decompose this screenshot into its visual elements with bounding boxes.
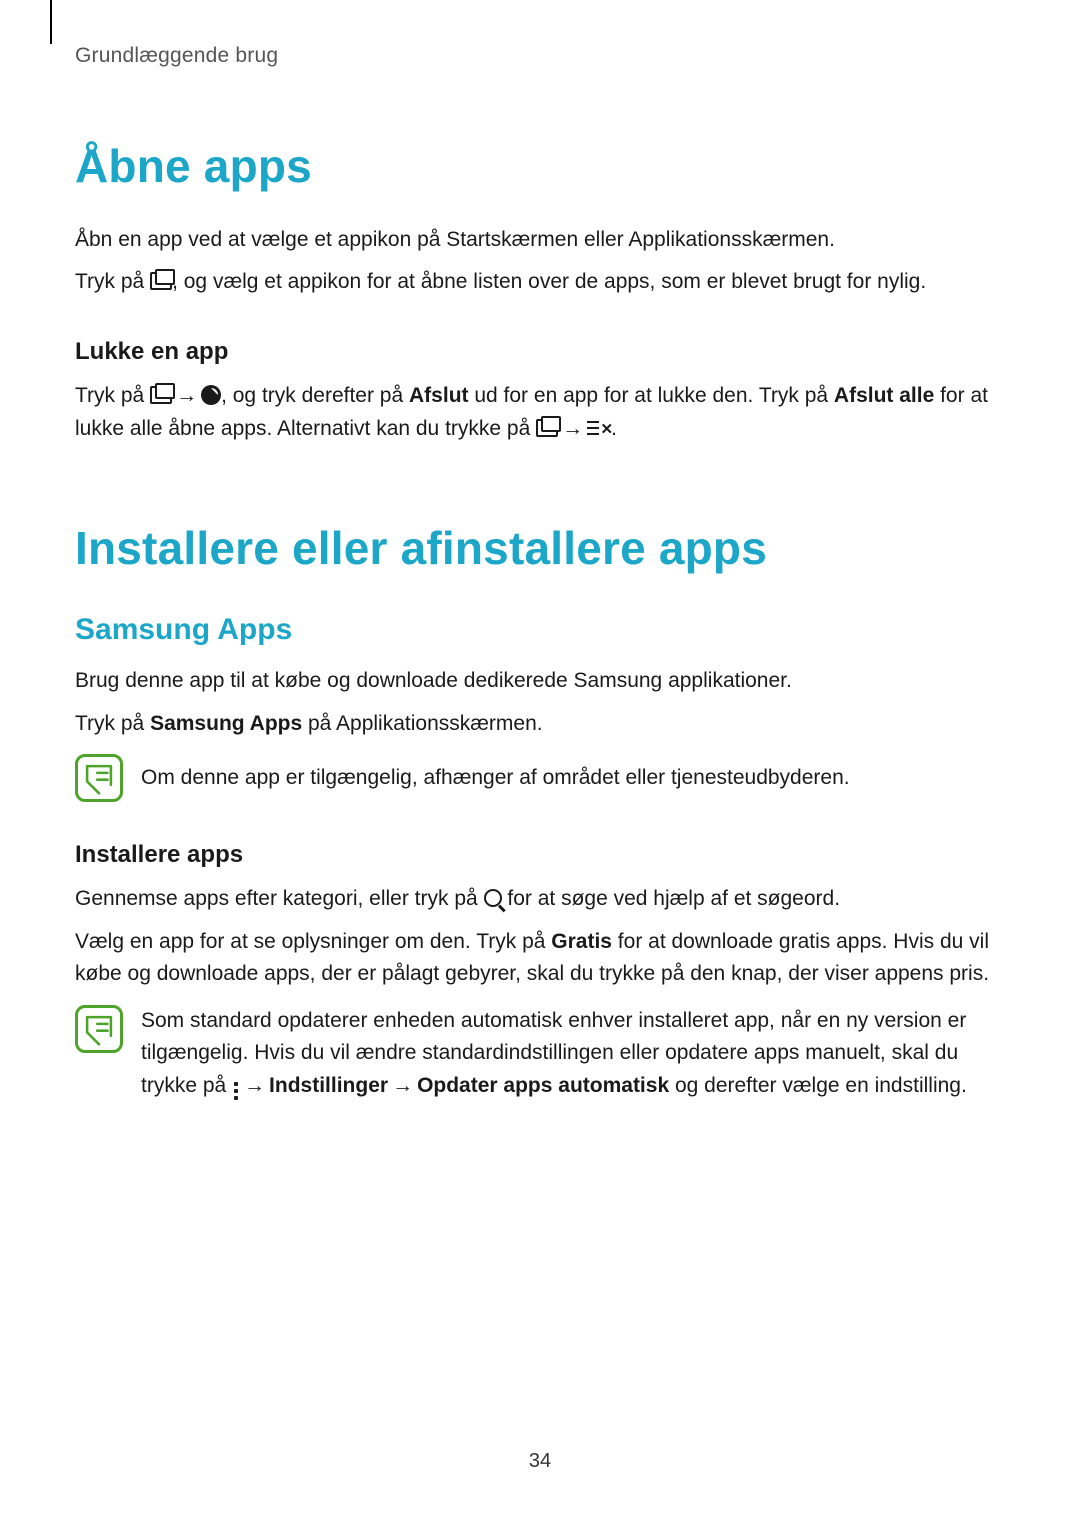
note-text: Om denne app er tilgængelig, afhænger af… [141,754,1005,795]
running-head: Grundlæggende brug [75,40,1005,73]
close-all-icon [587,419,611,438]
recent-apps-icon [150,272,172,290]
paragraph: Åbn en app ved at vælge et appikon på St… [75,224,1005,257]
body-text: Åbn en app ved at vælge et appikon på St… [75,224,1005,445]
note-text: Som standard opdaterer enheden automatis… [141,1005,1005,1103]
paragraph: Tryk på , og vælg et appikon for at åbne… [75,266,1005,299]
arrow-icon: → [388,1074,417,1097]
text: Tryk på [75,384,150,407]
paragraph: Tryk på Samsung Apps på Applikationsskær… [75,708,1005,741]
text: Tryk på [75,270,150,293]
arrow-icon: → [240,1074,269,1097]
section-title-install: Installere eller afinstallere apps [75,513,1005,584]
side-rule [50,0,52,44]
paragraph: Vælg en app for at se oplysninger om den… [75,926,1005,991]
note-icon [75,1005,123,1053]
bold-text: Gratis [551,930,612,953]
recent-apps-icon [150,386,172,404]
text: ud for en app for at lukke den. Tryk på [469,384,834,407]
recent-apps-icon [536,419,558,437]
bold-text: Samsung Apps [150,712,302,735]
search-icon [484,889,502,907]
bold-text: Opdater apps automatisk [417,1074,669,1097]
arrow-icon: → [558,417,587,440]
text: på Applikationsskærmen. [302,712,542,735]
note-block: Om denne app er tilgængelig, afhænger af… [75,754,1005,802]
paragraph: Brug denne app til at købe og downloade … [75,665,1005,698]
text: og derefter vælge en indstilling. [669,1074,967,1097]
manual-page: Grundlæggende brug Åbne apps Åbn en app … [0,0,1080,1527]
paragraph: Gennemse apps efter kategori, eller tryk… [75,883,1005,916]
body-text: Brug denne app til at købe og downloade … [75,665,1005,1103]
text: Gennemse apps efter kategori, eller tryk… [75,887,484,910]
note-block: Som standard opdaterer enheden automatis… [75,1005,1005,1103]
arrow-icon: → [172,384,201,407]
paragraph: Tryk på → , og tryk derefter på Afslut ud… [75,380,1005,445]
bold-text: Afslut alle [834,384,934,407]
text: , og tryk derefter på [221,384,409,407]
subsection-samsung-apps: Samsung Apps [75,607,1005,654]
page-number: 34 [0,1446,1080,1477]
text: Tryk på [75,712,150,735]
text: for at søge ved hjælp af et søgeord. [502,887,841,910]
more-options-icon [234,1089,238,1093]
bold-text: Indstillinger [269,1074,388,1097]
subheading-close-app: Lukke en app [75,333,1005,370]
section-title-open-apps: Åbne apps [75,131,1005,202]
bold-text: Afslut [409,384,469,407]
text: , og vælg et appikon for at åbne listen … [172,270,926,293]
note-icon [75,754,123,802]
subheading-install-apps: Installere apps [75,836,1005,873]
task-manager-icon [201,385,221,405]
text: Vælg en app for at se oplysninger om den… [75,930,551,953]
